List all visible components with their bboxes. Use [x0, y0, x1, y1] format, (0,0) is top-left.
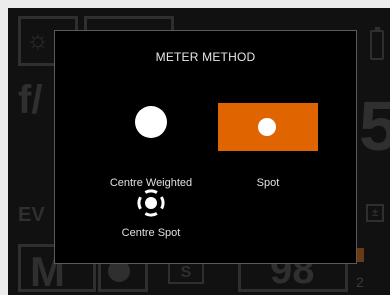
battery-icon — [370, 27, 384, 60]
option-centre-spot[interactable]: Centre Spot — [81, 181, 221, 241]
frame-suffix: 2 — [356, 274, 364, 290]
dialog-title: METER METHOD — [155, 50, 256, 64]
meter-method-dialog: METER METHOD Centre Weighted Spot Centre… — [54, 30, 357, 264]
camera-screen: ☼ f/ 5 EV ± M S 98 2 METER METHOD Centre… — [8, 8, 390, 295]
option-label: Centre Spot — [121, 227, 181, 239]
option-centre-weighted[interactable]: Centre Weighted — [81, 91, 221, 189]
option-spot[interactable] — [218, 103, 318, 151]
centre-weighted-icon — [135, 106, 167, 138]
shutter-readout: 5 — [359, 87, 390, 165]
centre-spot-icon — [137, 189, 165, 217]
exposure-compensation-icon: ± — [366, 204, 384, 222]
drive-mode-readout: S — [168, 262, 204, 284]
ev-label: EV — [18, 204, 45, 226]
aperture-readout: f/ — [18, 78, 43, 122]
spot-icon — [258, 118, 276, 136]
